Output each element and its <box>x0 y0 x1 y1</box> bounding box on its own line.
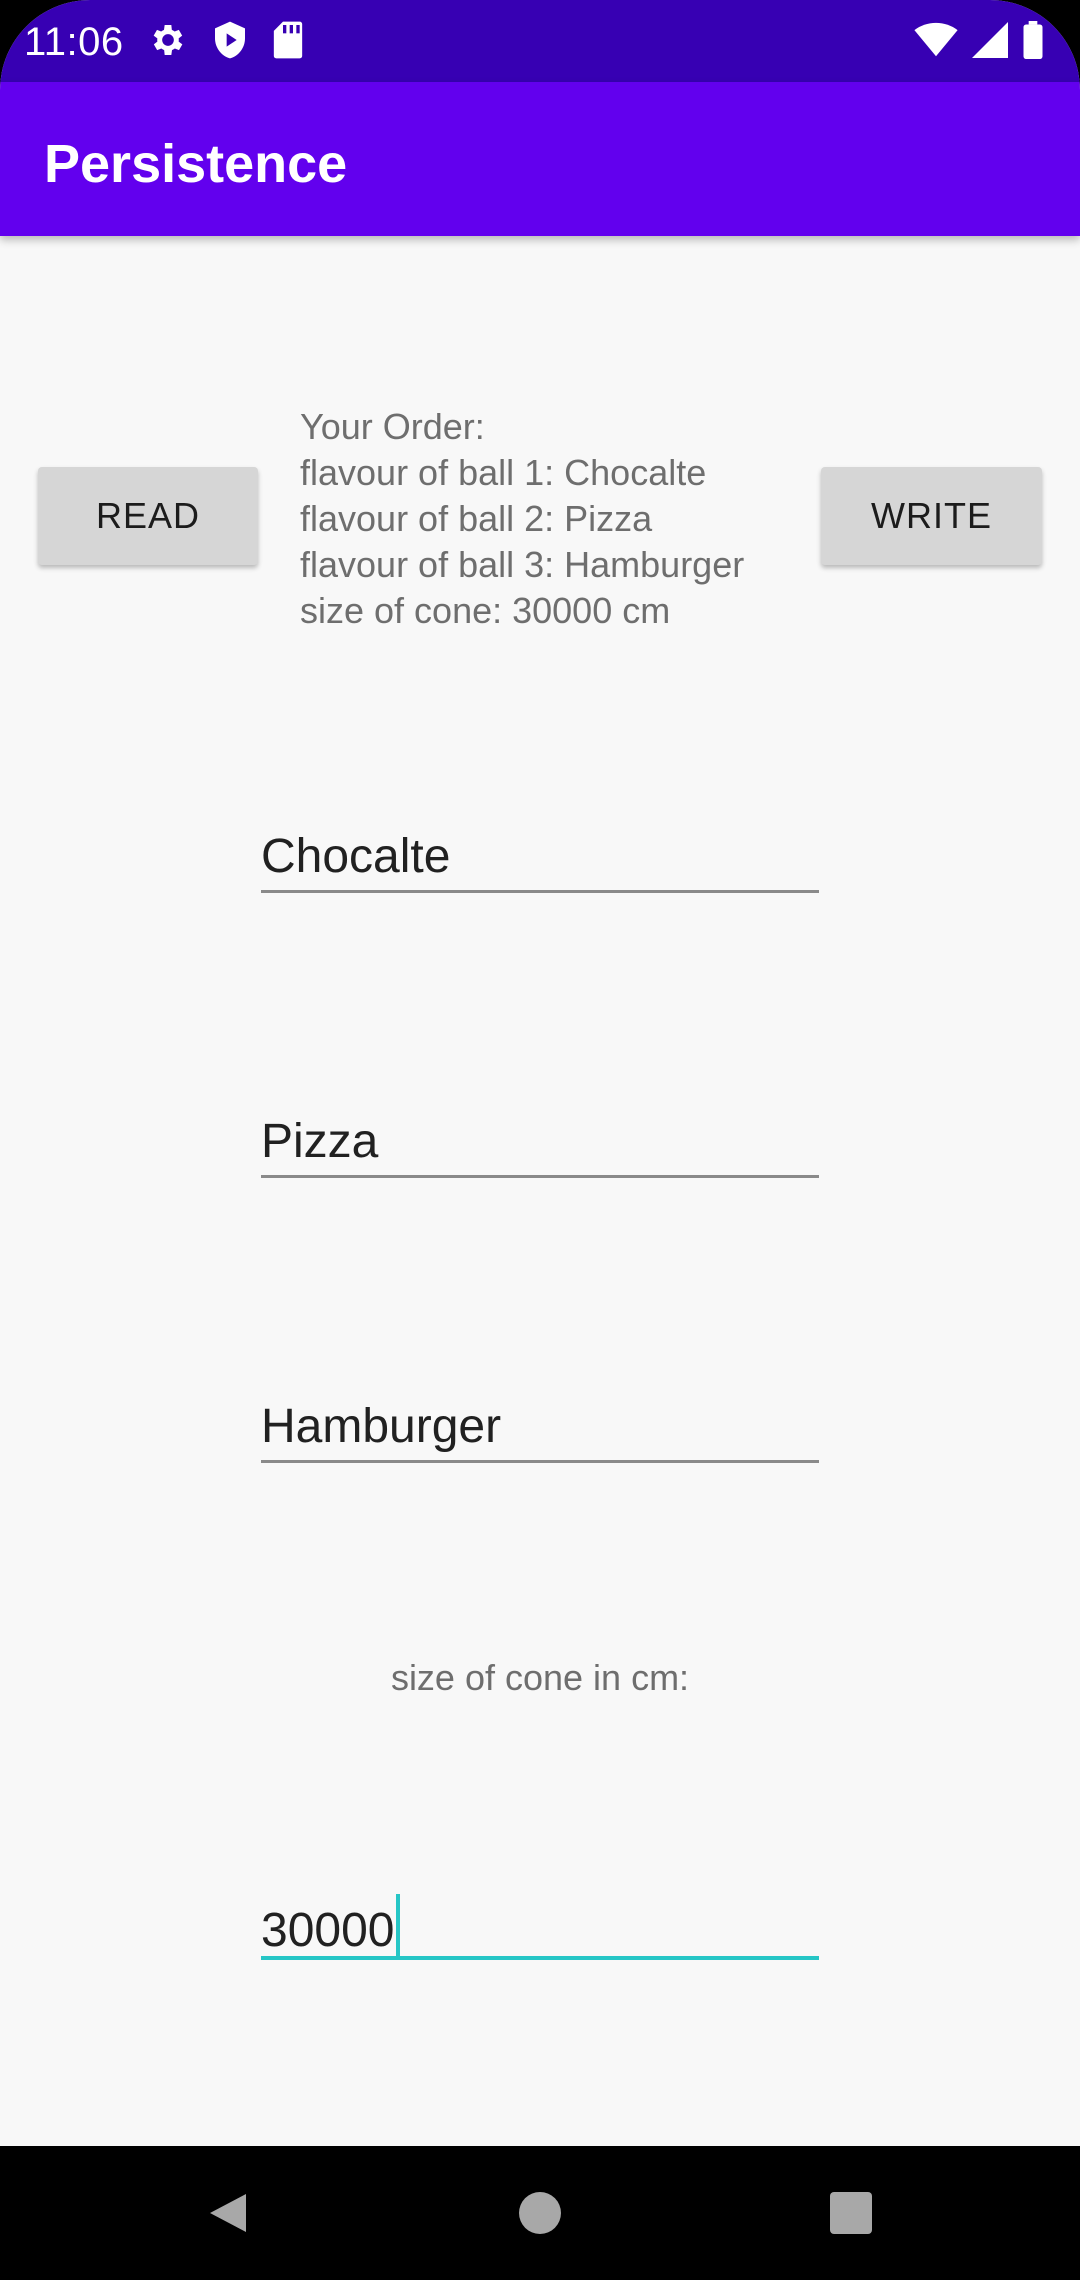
order-line-ball-1: flavour of ball 1: Chocalte <box>300 452 707 493</box>
flavour-ball-3-input[interactable]: Hamburger <box>261 1398 819 1463</box>
shield-play-icon <box>212 20 248 65</box>
cone-size-input[interactable]: 30000 <box>261 1894 819 1960</box>
order-summary: Your Order: flavour of ball 1: Chocalte … <box>300 404 800 634</box>
app-title: Persistence <box>44 134 348 194</box>
wifi-icon <box>914 22 958 63</box>
flavour-ball-3-value: Hamburger <box>261 1400 502 1453</box>
battery-icon <box>1022 20 1044 64</box>
home-icon[interactable] <box>517 2190 563 2236</box>
order-line-cone-size: size of cone: 30000 cm <box>300 590 671 631</box>
sd-card-icon <box>272 20 304 65</box>
app-bar: Persistence <box>0 82 1080 236</box>
read-button[interactable]: READ <box>38 467 258 565</box>
status-bar: 11:06 <box>0 0 1080 82</box>
phone-screen: 11:06 Persistence READ Your Order: flavo… <box>0 0 1080 2280</box>
text-cursor <box>396 1894 401 1958</box>
cone-size-value: 30000 <box>261 1904 395 1957</box>
status-icons-right <box>914 20 1044 64</box>
gear-icon <box>148 20 188 65</box>
flavour-ball-1-value: Chocalte <box>261 830 451 883</box>
flavour-ball-2-input[interactable]: Pizza <box>261 1113 819 1178</box>
cellular-signal-icon <box>972 21 1008 63</box>
order-line-ball-2: flavour of ball 2: Pizza <box>300 498 653 539</box>
order-line-ball-3: flavour of ball 3: Hamburger <box>300 544 745 585</box>
back-icon[interactable] <box>206 2190 252 2236</box>
status-icons-left <box>148 20 304 65</box>
navigation-bar <box>0 2146 1080 2280</box>
recents-icon[interactable] <box>828 2190 874 2236</box>
cone-size-label: size of cone in cm: <box>390 1657 690 1698</box>
flavour-ball-1-input[interactable]: Chocalte <box>261 828 819 893</box>
order-heading: Your Order: <box>300 406 485 447</box>
status-time: 11:06 <box>24 20 124 64</box>
flavour-ball-2-value: Pizza <box>261 1115 379 1168</box>
write-button[interactable]: WRITE <box>821 467 1042 565</box>
